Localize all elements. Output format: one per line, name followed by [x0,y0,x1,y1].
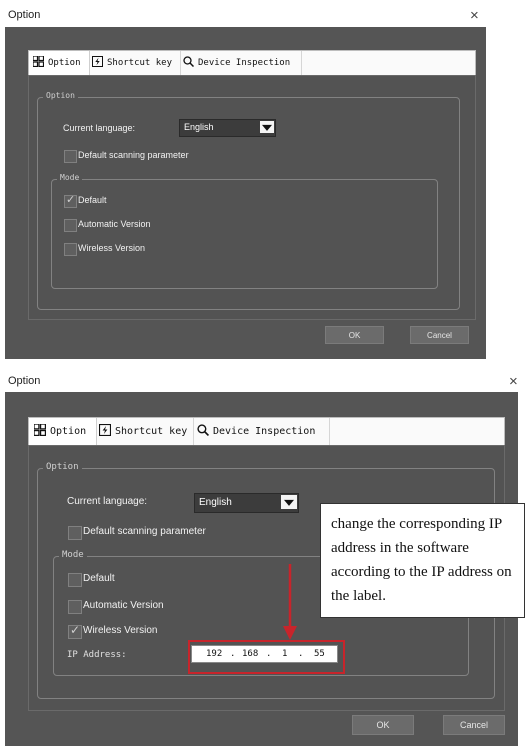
search-icon [197,424,210,439]
ip-highlight-frame [188,640,345,674]
top-close-icon[interactable]: × [470,8,479,23]
bottom-mode-default-label: Default [83,573,115,584]
top-mode-automatic-label: Automatic Version [78,219,151,229]
bottom-window-title: Option [8,375,41,387]
tab-label: Shortcut key [115,426,188,437]
top-tab-strip: Option Shortcut key Device Inspection [28,50,476,76]
tab-label: Option [50,426,87,437]
bottom-cancel-button[interactable]: Cancel [443,715,505,735]
bottom-current-language-label: Current language: [67,496,148,507]
lightning-icon [92,56,103,70]
check-icon: ✓ [70,623,81,637]
top-mode-default-checkbox[interactable]: ✓ [64,194,77,208]
top-dialog: Option Shortcut key Device Inspection Op… [5,27,486,359]
bottom-mode-wireless-label: Wireless Version [83,625,158,636]
top-window-title: Option [8,9,41,21]
bottom-mode-default-checkbox[interactable] [68,573,82,587]
top-tab-device-inspection[interactable]: Device Inspection [181,51,302,75]
top-default-scanning-checkbox[interactable] [64,150,77,163]
top-language-value: English [184,122,214,132]
bottom-ok-button[interactable]: OK [352,715,414,735]
grid-icon [32,55,45,70]
top-mode-wireless-checkbox[interactable] [64,243,77,256]
bottom-default-scanning-checkbox[interactable] [68,526,82,540]
top-tab-option[interactable]: Option [29,51,90,75]
top-mode-default-label: Default [78,195,107,205]
bottom-default-scanning-label: Default scanning parameter [83,526,206,537]
top-ok-button[interactable]: OK [325,326,384,344]
bottom-language-value: English [199,497,232,508]
top-mode-group-label: Mode [57,173,83,182]
chevron-down-icon[interactable] [260,121,274,133]
top-mode-automatic-checkbox[interactable] [64,219,77,232]
chevron-down-icon[interactable] [281,495,297,509]
bottom-option-group-label: Option [43,462,82,472]
bottom-mode-wireless-checkbox[interactable]: ✓ [68,623,82,639]
top-tab-shortcut-key[interactable]: Shortcut key [90,51,181,75]
top-cancel-button[interactable]: Cancel [410,326,469,344]
annotation-callout: change the corresponding IP address in t… [320,503,525,618]
top-current-language-label: Current language: [63,123,136,133]
bottom-tab-strip: Option Shortcut key Device Inspection [28,417,505,446]
top-option-group-label: Option [43,91,78,100]
bottom-tab-device-inspection[interactable]: Device Inspection [194,418,330,445]
bottom-language-select[interactable]: English [194,493,299,513]
top-mode-wireless-label: Wireless Version [78,243,146,253]
bottom-mode-group-label: Mode [59,550,87,560]
bottom-ip-address-label: IP Address: [67,650,127,660]
check-icon: ✓ [66,194,76,206]
bottom-tab-option[interactable]: Option [29,418,97,445]
grid-icon [33,423,47,439]
top-language-select[interactable]: English [179,119,276,137]
top-mode-group [51,179,438,289]
tab-label: Shortcut key [107,58,173,68]
top-title-bar: Option × [0,0,530,30]
red-arrow-icon [283,564,297,640]
tab-label: Device Inspection [198,58,291,68]
search-icon [183,56,195,70]
tab-label: Option [48,58,81,68]
lightning-icon [99,424,111,439]
bottom-close-icon[interactable]: × [509,374,518,389]
bottom-tab-shortcut-key[interactable]: Shortcut key [97,418,194,445]
bottom-mode-automatic-label: Automatic Version [83,600,164,611]
top-default-scanning-label: Default scanning parameter [78,150,189,160]
top-tab-content: Option Current language: English Default… [28,75,476,320]
bottom-mode-automatic-checkbox[interactable] [68,600,82,614]
tab-label: Device Inspection [213,426,316,437]
